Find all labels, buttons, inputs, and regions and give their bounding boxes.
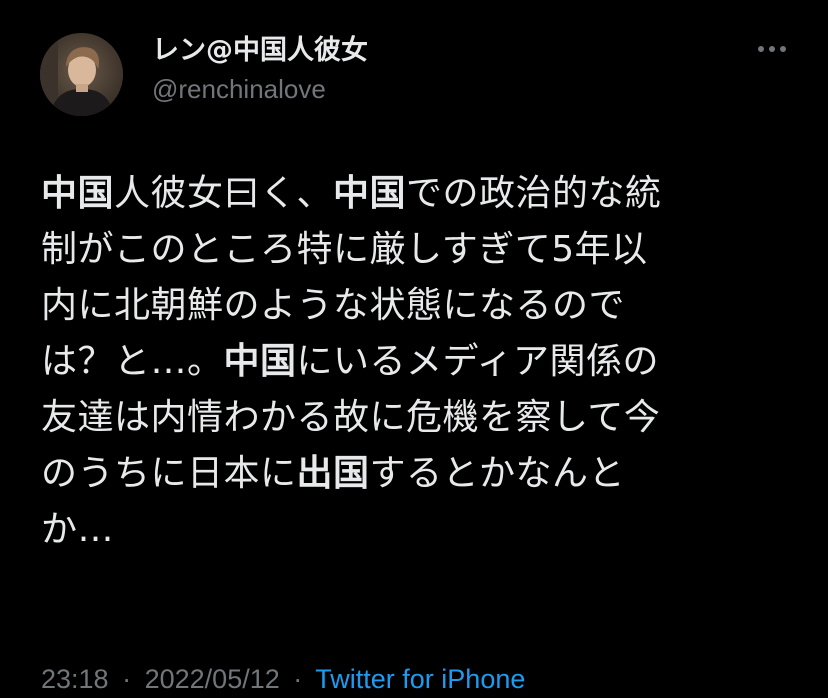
tweet-text-line: 友達は内情わかる故に危機を察して今 [41, 390, 801, 446]
tweet-text-line: は？と…。中国にいるメディア関係の [41, 334, 801, 390]
tweet-text-segment: か… [41, 509, 115, 550]
tweet-text-bold-segment: 中国 [333, 173, 407, 214]
dot [780, 46, 786, 52]
tweet-text: 中国人彼女曰く、中国での政治的な統 制がこのところ特に厳しすぎて5年以 内に北朝鮮の… [41, 166, 801, 558]
dot [758, 46, 764, 52]
tweet-text-segment: での政治的な統 [406, 173, 662, 214]
tweet-text-line: 制がこのところ特に厳しすぎて5年以 [41, 222, 801, 278]
tweet-text-bold-segment: 出国 [296, 453, 370, 494]
tweet: レン@中国人彼女 @renchinalove 中国人彼女曰く、中国での政治的な統… [0, 0, 828, 698]
tweet-text-segment: 人彼女曰く、 [114, 173, 334, 214]
tweet-text-bold-segment: 中国 [41, 173, 115, 214]
more-horizontal-icon[interactable] [752, 34, 792, 64]
tweet-text-segment: 制がこのところ特に厳しすぎて5年以 [41, 229, 648, 270]
avatar-photo [40, 33, 123, 116]
tweet-text-line: 中国人彼女曰く、中国での政治的な統 [41, 166, 801, 222]
tweet-meta: 23:18 · 2022/05/12 · Twitter for iPhone [41, 662, 525, 696]
user-names: レン@中国人彼女 @renchinalove [152, 34, 368, 106]
tweet-text-segment: するとかなんと [369, 453, 626, 494]
tweet-text-line: か… [41, 502, 801, 558]
tweet-text-segment: 友達は内情わかる故に危機を察して今 [41, 397, 661, 438]
tweet-text-line: のうちに日本に出国するとかなんと [41, 446, 801, 502]
user-handle[interactable]: @renchinalove [152, 72, 368, 106]
display-name[interactable]: レン@中国人彼女 [152, 34, 368, 68]
meta-separator: · [122, 664, 132, 694]
tweet-text-segment: にいるメディア関係の [296, 341, 660, 382]
tweet-text-bold-segment: 中国 [223, 341, 297, 382]
tweet-text-segment: のうちに日本に [41, 453, 297, 494]
tweet-source-link[interactable]: Twitter for iPhone [315, 664, 525, 694]
tweet-text-segment: 内に北朝鮮のような状態になるので [41, 285, 626, 326]
tweet-date[interactable]: 2022/05/12 [145, 664, 280, 694]
avatar[interactable] [40, 33, 123, 116]
tweet-text-line: 内に北朝鮮のような状態になるので [41, 278, 801, 334]
meta-separator: · [293, 664, 303, 694]
dot [769, 46, 775, 52]
tweet-time[interactable]: 23:18 [41, 664, 109, 694]
tweet-text-segment: は？と…。 [41, 341, 224, 382]
